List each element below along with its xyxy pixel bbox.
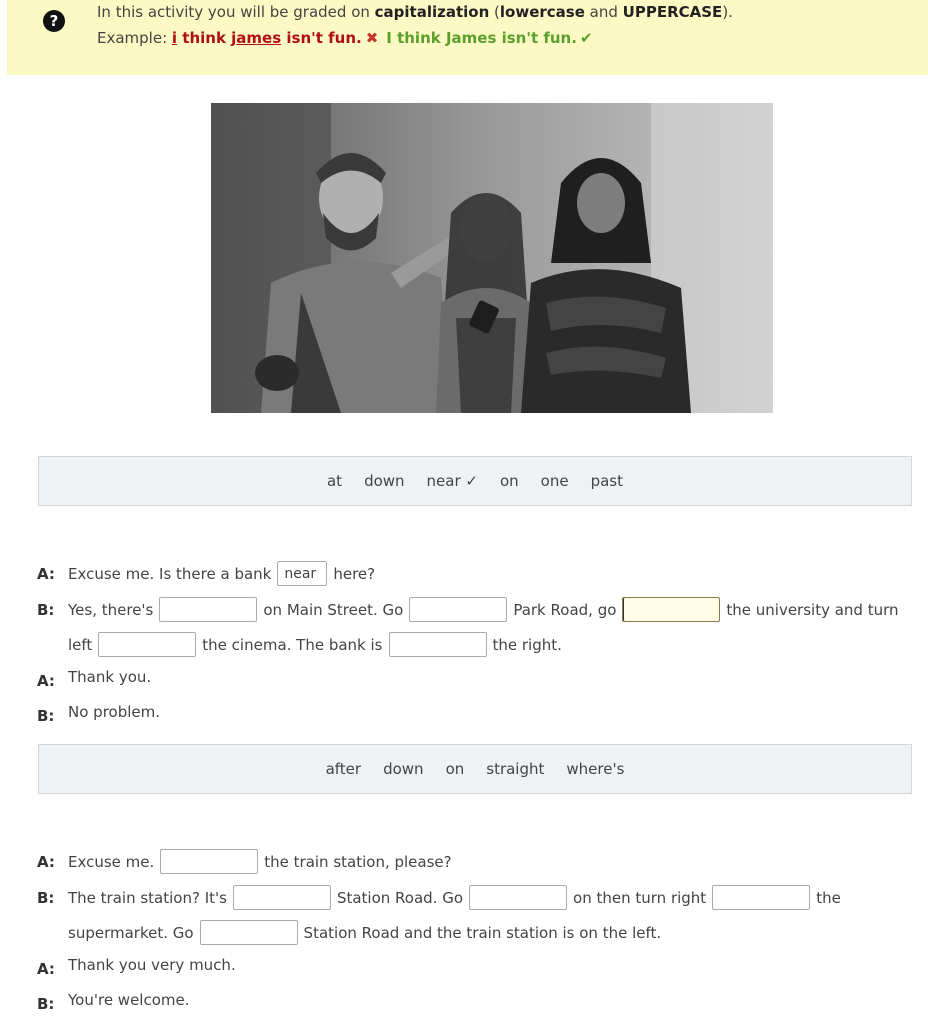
word-bank-item[interactable]: where's xyxy=(566,760,624,778)
cross-icon: ✖ xyxy=(365,29,379,47)
answer-input[interactable] xyxy=(98,632,197,657)
word-bank-item[interactable]: after xyxy=(326,760,362,778)
speaker-label: B: xyxy=(37,889,55,907)
dialogue-1-line-b1-cont: left the cinema. The bank is the right. xyxy=(68,632,562,657)
dialogue-2-line-a1: Excuse me. the train station, please? xyxy=(68,849,452,874)
answer-input-active[interactable] xyxy=(622,597,721,622)
speaker-label: B: xyxy=(37,707,55,725)
instructions-banner: ? In this activity you will be graded on… xyxy=(7,0,928,75)
instructions-text: In this activity you will be graded on c… xyxy=(97,3,733,21)
answer-input[interactable] xyxy=(199,920,298,945)
photo-illustration xyxy=(211,103,773,413)
word-bank-2: after down on straight where's xyxy=(38,744,912,794)
speaker-label: A: xyxy=(37,853,55,871)
word-bank-item[interactable]: down xyxy=(383,760,423,778)
word-bank-item[interactable]: down xyxy=(364,472,404,490)
answer-input[interactable] xyxy=(469,885,568,910)
activity-photo xyxy=(211,103,773,413)
wrong-example: i think james isn't fun. xyxy=(171,29,362,47)
dialogue-1-line-b2: No problem. xyxy=(68,703,160,721)
word-bank-item[interactable]: past xyxy=(591,472,623,490)
speaker-label: A: xyxy=(37,960,55,978)
answer-input[interactable] xyxy=(159,597,258,622)
dialogue-1-line-b1: Yes, there's on Main Street. Go Park Roa… xyxy=(68,597,899,622)
answer-input[interactable] xyxy=(409,597,508,622)
speaker-label: B: xyxy=(37,601,55,619)
help-icon[interactable]: ? xyxy=(43,10,65,32)
answer-input[interactable] xyxy=(388,632,487,657)
answer-input[interactable] xyxy=(232,885,331,910)
check-icon: ✔ xyxy=(579,29,593,47)
word-bank-item[interactable]: on xyxy=(500,472,519,490)
dialogue-2-line-b1: The train station? It's Station Road. Go… xyxy=(68,885,841,910)
dialogue-2-line-b1-cont: supermarket. Go Station Road and the tra… xyxy=(68,920,661,945)
dialogue-2-line-b2: You're welcome. xyxy=(68,991,190,1009)
speaker-label: B: xyxy=(37,995,55,1013)
word-bank-item[interactable]: on xyxy=(446,760,465,778)
word-bank-item[interactable]: near ✓ xyxy=(427,472,478,490)
speaker-label: A: xyxy=(37,672,55,690)
dialogue-1-line-a2: Thank you. xyxy=(68,668,152,686)
answer-input[interactable] xyxy=(277,561,328,586)
word-bank-1: at down near ✓ on one past xyxy=(38,456,912,506)
dialogue-2-line-a2: Thank you very much. xyxy=(68,956,236,974)
example-text: Example: i think james isn't fun. ✖ I thin… xyxy=(97,29,593,47)
speaker-label: A: xyxy=(37,565,55,583)
correct-example: I think James isn't fun. xyxy=(386,29,577,47)
dialogue-1-line-a1: Excuse me. Is there a bank here? xyxy=(68,561,375,586)
answer-input[interactable] xyxy=(712,885,811,910)
word-bank-item[interactable]: at xyxy=(327,472,342,490)
answer-input[interactable] xyxy=(160,849,259,874)
word-bank-item[interactable]: straight xyxy=(486,760,544,778)
word-bank-item[interactable]: one xyxy=(541,472,569,490)
